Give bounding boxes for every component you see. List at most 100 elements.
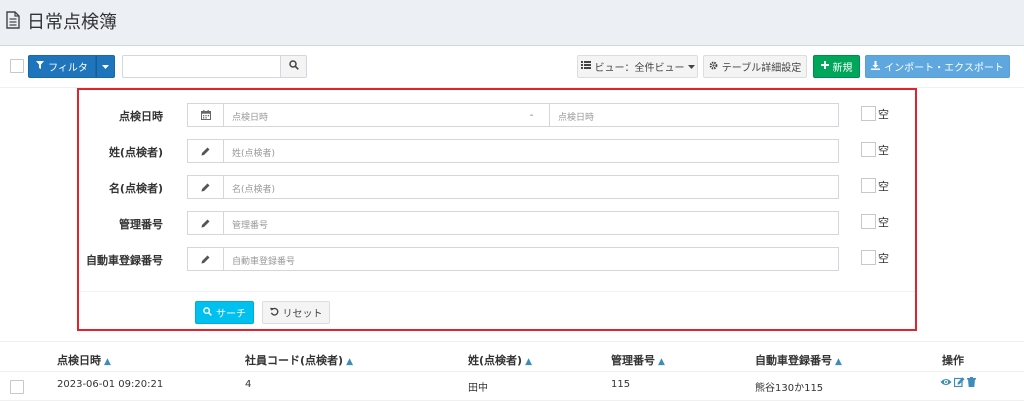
search-icon bbox=[288, 60, 299, 73]
cell-management-number: 115 bbox=[611, 379, 631, 390]
sort-icon: ▲︎ bbox=[525, 357, 532, 367]
view-dropdown-button[interactable]: ビュー：全件ビュー bbox=[577, 55, 698, 78]
cell-vehicle-registration: 熊谷130か115 bbox=[755, 383, 824, 394]
empty-checkbox-label: 空 bbox=[878, 216, 889, 229]
table-header-border bbox=[0, 371, 1024, 372]
cell-inspection-datetime: 2023-06-01 09:20:21 bbox=[57, 379, 164, 390]
column-header-actions: 操作 bbox=[942, 354, 964, 367]
filter-icon bbox=[36, 61, 45, 72]
pencil-icon bbox=[187, 211, 224, 235]
column-header-label: 姓(点検者) bbox=[468, 354, 523, 367]
trash-icon[interactable] bbox=[967, 377, 976, 387]
eye-icon[interactable] bbox=[940, 377, 952, 387]
cell-last-name: 田中 bbox=[468, 383, 488, 394]
placeholder: 姓(点検者) bbox=[232, 149, 276, 159]
search-icon bbox=[203, 306, 212, 319]
column-header-label: 点検日時 bbox=[57, 354, 101, 367]
placeholder: 点検日時 bbox=[558, 113, 595, 123]
column-header-inspection-datetime[interactable]: 点検日時 ▲︎ bbox=[57, 352, 111, 368]
column-header-employee-code[interactable]: 社員コード(点検者) ▲︎ bbox=[245, 352, 353, 368]
filter-row-first-name: 名(点検者) 名(点検者) 空 bbox=[79, 175, 915, 199]
filter-button[interactable]: フィルタ bbox=[28, 55, 96, 78]
column-header-label: 管理番号 bbox=[611, 354, 655, 367]
inspection-datetime-from-input[interactable]: 点検日時 bbox=[223, 103, 514, 127]
empty-checkbox[interactable] bbox=[861, 106, 876, 121]
empty-checkbox-label: 空 bbox=[878, 252, 889, 265]
caret-down-icon bbox=[687, 61, 695, 72]
filter-row-last-name: 姓(点検者) 姓(点検者) 空 bbox=[79, 139, 915, 163]
vehicle-registration-input[interactable]: 自動車登録番号 bbox=[223, 247, 839, 271]
search-button[interactable] bbox=[280, 55, 307, 78]
sort-icon: ▲︎ bbox=[835, 357, 842, 367]
table-row-border bbox=[0, 400, 1024, 401]
filter-label: 名(点検者) bbox=[108, 182, 163, 195]
list-icon bbox=[580, 61, 591, 72]
edit-icon[interactable] bbox=[954, 377, 965, 387]
placeholder: 名(点検者) bbox=[232, 185, 276, 195]
import-export-button[interactable]: インポート・エクスポート bbox=[865, 55, 1010, 78]
table-top-border bbox=[0, 341, 1024, 342]
page-title: 日常点検簿 bbox=[27, 12, 117, 33]
last-name-input[interactable]: 姓(点検者) bbox=[223, 139, 839, 163]
filter-panel: 点検日時 点検日時 - 点検日時 空 姓(点検者) 姓(点検者) 空 名(点検者… bbox=[77, 88, 917, 331]
filter-button-label: フィルタ bbox=[48, 63, 88, 74]
pencil-icon bbox=[187, 175, 224, 199]
column-header-last-name[interactable]: 姓(点検者) ▲︎ bbox=[468, 352, 532, 368]
pencil-icon bbox=[187, 139, 224, 163]
row-checkbox[interactable] bbox=[10, 380, 24, 394]
placeholder: 自動車登録番号 bbox=[232, 257, 296, 267]
filter-row-inspection-datetime: 点検日時 点検日時 - 点検日時 空 bbox=[79, 103, 915, 127]
filter-row-management-number: 管理番号 管理番号 空 bbox=[79, 211, 915, 235]
empty-checkbox-label: 空 bbox=[878, 108, 889, 121]
select-all-checkbox[interactable] bbox=[10, 59, 24, 73]
document-icon bbox=[6, 11, 20, 29]
plus-icon bbox=[820, 61, 829, 72]
new-button-label: 新規 bbox=[832, 63, 853, 74]
management-number-input[interactable]: 管理番号 bbox=[223, 211, 839, 235]
import-export-label: インポート・エクスポート bbox=[884, 63, 1004, 74]
gear-icon bbox=[709, 61, 718, 73]
cell-employee-code: 4 bbox=[245, 379, 252, 390]
column-header-management-number[interactable]: 管理番号 ▲︎ bbox=[611, 352, 665, 368]
page-header: 日常点検簿 bbox=[0, 0, 1024, 44]
filter-search-label: サーチ bbox=[216, 309, 246, 320]
empty-checkbox[interactable] bbox=[861, 214, 876, 229]
placeholder: 点検日時 bbox=[232, 113, 269, 123]
download-icon bbox=[871, 60, 881, 73]
filter-label: 管理番号 bbox=[119, 218, 163, 231]
empty-checkbox[interactable] bbox=[861, 250, 876, 265]
filter-row-vehicle-registration: 自動車登録番号 自動車登録番号 空 bbox=[79, 247, 915, 271]
column-header-vehicle-registration[interactable]: 自動車登録番号 ▲︎ bbox=[755, 352, 842, 368]
search-input[interactable] bbox=[122, 55, 281, 78]
sort-icon: ▲︎ bbox=[104, 357, 111, 367]
filter-reset-label: リセット bbox=[282, 309, 323, 320]
panel-divider bbox=[79, 291, 915, 292]
view-dropdown-label: ビュー：全件ビュー bbox=[594, 63, 685, 74]
filter-reset-button[interactable]: リセット bbox=[262, 301, 330, 324]
filter-label: 点検日時 bbox=[119, 110, 163, 123]
filter-label: 姓(点検者) bbox=[108, 146, 163, 159]
empty-checkbox[interactable] bbox=[861, 142, 876, 157]
column-header-label: 自動車登録番号 bbox=[755, 354, 832, 367]
row-actions bbox=[940, 377, 976, 387]
inspection-datetime-to-input[interactable]: 点検日時 bbox=[549, 103, 839, 127]
empty-checkbox-label: 空 bbox=[878, 180, 889, 193]
table-settings-label: テーブル詳細設定 bbox=[721, 63, 802, 74]
caret-down-icon bbox=[102, 61, 109, 72]
pencil-icon bbox=[187, 247, 224, 271]
sort-icon: ▲︎ bbox=[658, 357, 665, 367]
table-header: 点検日時 ▲︎ 社員コード(点検者) ▲︎ 姓(点検者) ▲︎ 管理番号 ▲︎ 自動車登… bbox=[0, 349, 1024, 371]
empty-checkbox[interactable] bbox=[861, 178, 876, 193]
empty-checkbox-label: 空 bbox=[878, 144, 889, 157]
first-name-input[interactable]: 名(点検者) bbox=[223, 175, 839, 199]
main-box: フィルタ ビュー：全件ビュー テーブル詳細設定 新規 インポート・エクスポート … bbox=[0, 45, 1024, 404]
sort-icon: ▲︎ bbox=[346, 357, 353, 367]
new-button[interactable]: 新規 bbox=[813, 55, 860, 78]
filter-search-button[interactable]: サーチ bbox=[195, 301, 254, 324]
range-separator: - bbox=[513, 103, 550, 127]
column-header-label: 社員コード(点検者) bbox=[245, 354, 344, 367]
table-settings-button[interactable]: テーブル詳細設定 bbox=[703, 55, 807, 78]
filter-label: 自動車登録番号 bbox=[86, 254, 163, 267]
filter-dropdown-toggle[interactable] bbox=[96, 55, 115, 78]
undo-icon bbox=[269, 307, 279, 319]
